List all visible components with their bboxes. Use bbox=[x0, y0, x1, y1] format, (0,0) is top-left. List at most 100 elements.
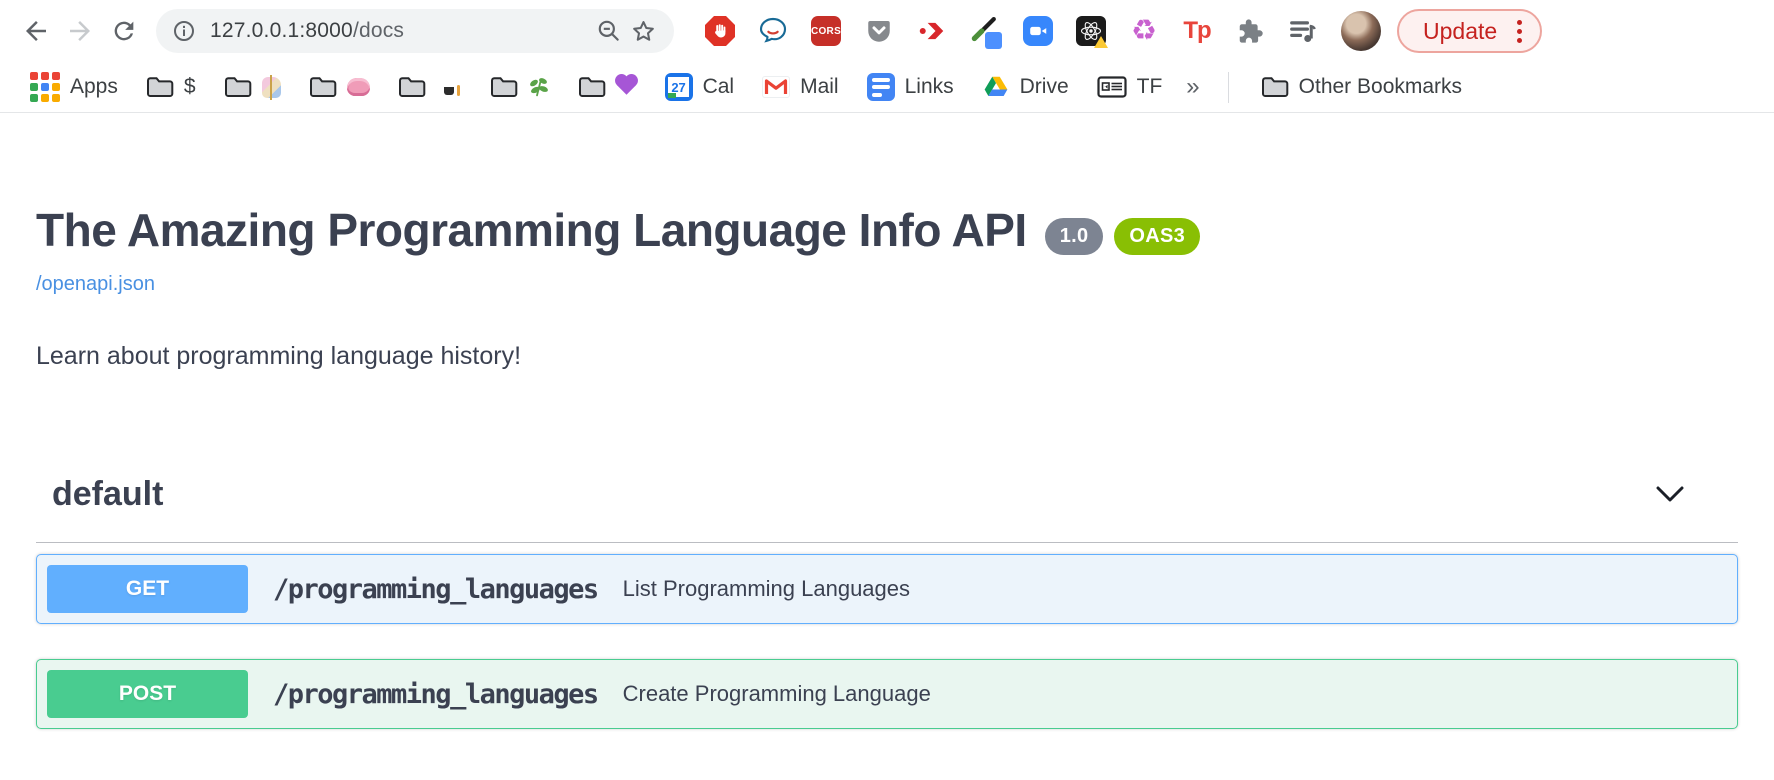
playlist-extension-button[interactable] bbox=[1287, 15, 1319, 47]
announcement-card-icon bbox=[1097, 75, 1127, 99]
eyedropper-extension-button[interactable] bbox=[969, 15, 1001, 47]
reload-icon bbox=[110, 17, 138, 45]
endpoint-path: /programming_languages bbox=[273, 679, 598, 710]
shield-chevron-icon bbox=[864, 16, 894, 46]
folder-icon bbox=[578, 76, 606, 98]
section-default-header[interactable]: default bbox=[36, 475, 1738, 514]
bookmark-drive[interactable]: Drive bbox=[970, 75, 1081, 100]
bookmark-cal-label: Cal bbox=[703, 75, 735, 99]
video-camera-icon bbox=[1023, 16, 1053, 46]
url-text: 127.0.0.1:8000/docs bbox=[210, 19, 592, 43]
magnifier-minus-icon bbox=[596, 18, 622, 44]
bookmarks-bar: Apps $ 27 Cal Mail Links bbox=[0, 62, 1774, 113]
section-divider bbox=[36, 542, 1738, 543]
bookmark-apps-label: Apps bbox=[70, 75, 118, 99]
post-method-badge: POST bbox=[47, 670, 248, 718]
oas3-badge: OAS3 bbox=[1114, 218, 1200, 255]
warning-triangle-icon bbox=[1094, 36, 1108, 48]
recycle-icon: ♻ bbox=[1131, 17, 1157, 46]
carousel-horse-emoji bbox=[262, 77, 281, 98]
section-title: default bbox=[52, 475, 163, 514]
api-title-row: The Amazing Programming Language Info AP… bbox=[36, 203, 1738, 257]
endpoint-row-get-programming-languages[interactable]: GET /programming_languages List Programm… bbox=[36, 554, 1738, 624]
apps-grid-icon bbox=[30, 72, 60, 102]
graduation-cap-emoji bbox=[436, 77, 462, 98]
red-arrow-icon bbox=[917, 16, 947, 46]
herb-emoji bbox=[528, 76, 550, 98]
endpoint-row-post-programming-languages[interactable]: POST /programming_languages Create Progr… bbox=[36, 659, 1738, 729]
brain-emoji bbox=[347, 78, 370, 96]
back-button[interactable] bbox=[14, 9, 58, 53]
swagger-page: The Amazing Programming Language Info AP… bbox=[0, 203, 1774, 729]
cors-icon: CORS bbox=[811, 16, 841, 46]
bookmark-folder-brain[interactable] bbox=[297, 76, 382, 98]
folder-icon bbox=[1261, 76, 1289, 98]
cors-extension-button[interactable]: CORS bbox=[810, 15, 842, 47]
speech-bubble-icon bbox=[757, 15, 789, 47]
folder-icon bbox=[490, 76, 518, 98]
other-bookmarks-label: Other Bookmarks bbox=[1299, 75, 1462, 99]
endpoint-path: /programming_languages bbox=[273, 574, 598, 605]
extensions-puzzle-button[interactable] bbox=[1234, 15, 1266, 47]
puzzle-piece-icon bbox=[1236, 17, 1265, 46]
zoom-out-page-button[interactable] bbox=[592, 14, 626, 48]
bookmark-links[interactable]: Links bbox=[855, 73, 966, 101]
bookmark-folder-carousel[interactable] bbox=[212, 76, 293, 98]
bookmarks-divider bbox=[1228, 72, 1229, 103]
bookmark-star-button[interactable] bbox=[626, 14, 660, 48]
folder-icon bbox=[146, 76, 174, 98]
bookmark-mail[interactable]: Mail bbox=[750, 75, 851, 99]
other-bookmarks-button[interactable]: Other Bookmarks bbox=[1249, 75, 1474, 99]
get-method-badge: GET bbox=[47, 565, 248, 613]
bookmark-drive-label: Drive bbox=[1020, 75, 1069, 99]
chat-extension-button[interactable] bbox=[757, 15, 789, 47]
update-label: Update bbox=[1423, 18, 1497, 45]
react-atom-icon bbox=[1076, 16, 1106, 46]
react-devtools-extension-button[interactable] bbox=[1075, 15, 1107, 47]
recycle-extension-button[interactable]: ♻ bbox=[1128, 15, 1160, 47]
kebab-menu-icon[interactable] bbox=[1511, 20, 1528, 43]
bookmarks-overflow-button[interactable]: » bbox=[1178, 73, 1207, 101]
pocket-extension-button[interactable] bbox=[863, 15, 895, 47]
chevron-down-icon[interactable] bbox=[1656, 486, 1684, 503]
openapi-spec-link[interactable]: /openapi.json bbox=[36, 273, 155, 296]
forward-button[interactable] bbox=[58, 9, 102, 53]
redirect-extension-button[interactable] bbox=[916, 15, 948, 47]
api-description: Learn about programming language history… bbox=[36, 342, 1738, 371]
extensions-row: CORS bbox=[704, 15, 1319, 47]
dollar-emoji: $ bbox=[184, 75, 196, 99]
bookmark-folder-dollar[interactable]: $ bbox=[134, 75, 208, 99]
bookmark-tf-label: TF bbox=[1137, 75, 1163, 99]
version-badge: 1.0 bbox=[1045, 218, 1104, 255]
google-drive-icon bbox=[982, 75, 1010, 100]
stop-hand-icon bbox=[705, 16, 735, 46]
profile-avatar[interactable] bbox=[1341, 11, 1381, 51]
gmail-icon bbox=[762, 76, 790, 98]
folder-icon bbox=[309, 76, 337, 98]
toucan-extension-button[interactable]: Tp bbox=[1181, 15, 1213, 47]
bookmark-tf[interactable]: TF bbox=[1085, 75, 1175, 99]
star-icon bbox=[630, 18, 657, 45]
bookmark-apps[interactable]: Apps bbox=[18, 72, 130, 102]
reload-button[interactable] bbox=[102, 9, 146, 53]
blue-doc-icon bbox=[867, 73, 895, 101]
forward-arrow-icon bbox=[65, 16, 95, 46]
page-title: The Amazing Programming Language Info AP… bbox=[36, 203, 1027, 257]
purple-heart-emoji bbox=[617, 76, 635, 94]
bookmark-calendar[interactable]: 27 Cal bbox=[653, 73, 747, 101]
bookmark-links-label: Links bbox=[905, 75, 954, 99]
endpoint-summary: Create Programming Language bbox=[623, 681, 931, 707]
browser-toolbar: 127.0.0.1:8000/docs COR bbox=[0, 0, 1774, 62]
endpoint-summary: List Programming Languages bbox=[623, 576, 910, 602]
bookmark-folder-purple-heart[interactable] bbox=[566, 76, 649, 98]
folder-icon bbox=[398, 76, 426, 98]
bookmark-folder-graduation[interactable] bbox=[386, 76, 474, 98]
bookmark-folder-herb[interactable] bbox=[478, 76, 562, 98]
music-playlist-icon bbox=[1288, 16, 1318, 46]
zoom-extension-button[interactable] bbox=[1022, 15, 1054, 47]
badges: 1.0 OAS3 bbox=[1045, 218, 1200, 255]
adblock-extension-button[interactable] bbox=[704, 15, 736, 47]
info-icon[interactable] bbox=[172, 19, 196, 43]
update-button[interactable]: Update bbox=[1397, 9, 1542, 53]
address-bar[interactable]: 127.0.0.1:8000/docs bbox=[156, 9, 674, 53]
